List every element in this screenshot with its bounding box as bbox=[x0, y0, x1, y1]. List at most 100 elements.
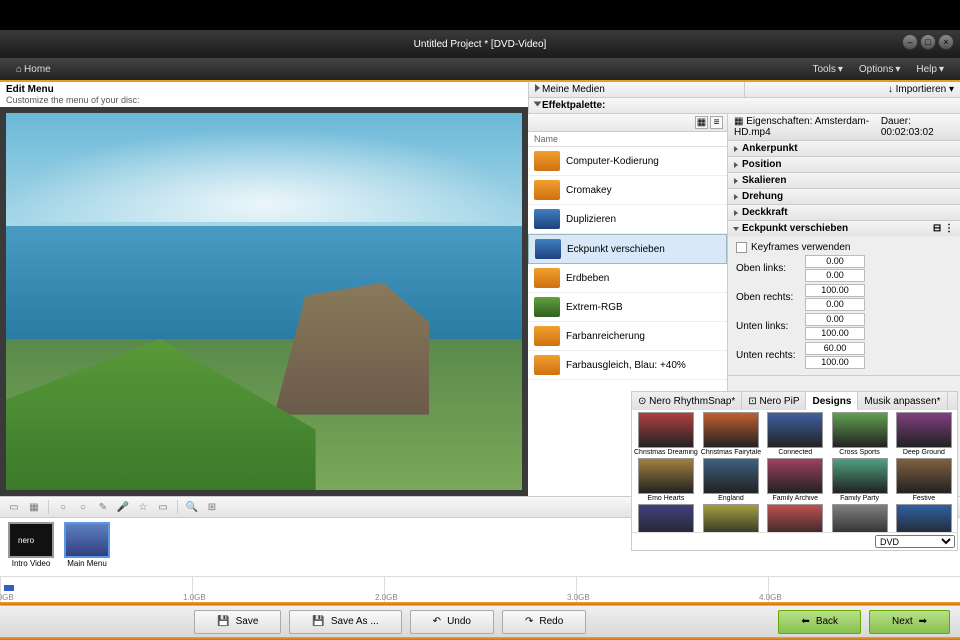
home-button[interactable]: ⌂ Home bbox=[8, 64, 59, 75]
effect-label: Computer-Kodierung bbox=[566, 156, 659, 167]
browser-tab[interactable]: ⊙ Nero RhythmSnap* bbox=[632, 392, 742, 410]
redo-icon: ↷ bbox=[525, 616, 533, 627]
accordion-header[interactable]: Position bbox=[728, 157, 960, 172]
effect-item[interactable]: Computer-Kodierung bbox=[528, 147, 727, 176]
effect-item[interactable]: Extrem-RGB bbox=[528, 293, 727, 322]
import-button[interactable]: ↓ Importieren ▾ bbox=[744, 82, 960, 97]
effect-icon bbox=[535, 239, 561, 259]
effect-item[interactable]: Duplizieren bbox=[528, 205, 727, 234]
corner-x-input[interactable]: 0.00 bbox=[805, 255, 865, 268]
saveas-icon: 💾 bbox=[312, 616, 324, 627]
tool-clip-icon[interactable]: ✎ bbox=[95, 499, 111, 515]
tool-zoom-icon[interactable]: 🔍 bbox=[184, 499, 200, 515]
tool-circle-icon[interactable]: ○ bbox=[55, 499, 71, 515]
template-item[interactable] bbox=[828, 504, 890, 532]
close-button[interactable]: × bbox=[938, 34, 954, 50]
template-item[interactable]: Emo Hearts bbox=[634, 458, 698, 502]
back-button[interactable]: ⬅Back bbox=[778, 610, 861, 634]
clip-item[interactable]: Intro Video bbox=[6, 522, 56, 572]
props-title: ▦ Eigenschaften: Amsterdam-HD.mp4 bbox=[734, 116, 881, 138]
home-icon: ⌂ bbox=[16, 64, 22, 75]
accordion-header[interactable]: Drehung bbox=[728, 189, 960, 204]
browser-tab[interactable]: ⊡ Nero PiP bbox=[742, 392, 806, 410]
template-item[interactable]: Christmas Dreaming bbox=[634, 412, 698, 456]
media-panel-toggle[interactable]: Meine Medien bbox=[528, 82, 744, 97]
help-menu[interactable]: Help▾ bbox=[908, 64, 952, 75]
view-list-icon[interactable]: ≡ bbox=[710, 116, 723, 129]
undo-button[interactable]: ↶Undo bbox=[410, 610, 494, 634]
template-item[interactable]: Deep Ground bbox=[893, 412, 955, 456]
title: Untitled Project * [DVD-Video] bbox=[414, 39, 547, 50]
template-item[interactable]: Cross Sports bbox=[828, 412, 890, 456]
template-item[interactable]: Family Archive bbox=[764, 458, 826, 502]
size-tick: 3.0GB bbox=[567, 593, 590, 602]
size-tick: 4.0GB bbox=[759, 593, 782, 602]
effect-label: Erdbeben bbox=[566, 273, 609, 284]
effect-icon bbox=[534, 355, 560, 375]
options-menu[interactable]: Options▾ bbox=[851, 64, 909, 75]
effect-item[interactable]: Eckpunkt verschieben bbox=[528, 234, 727, 264]
corner-y-input[interactable]: 100.00 bbox=[805, 327, 865, 340]
effects-panel-toggle[interactable]: Effektpalette: bbox=[528, 98, 960, 113]
accordion-header[interactable]: Deckkraft bbox=[728, 205, 960, 220]
corner-label: Oben links: bbox=[736, 263, 801, 274]
undo-icon: ↶ bbox=[433, 616, 441, 627]
clip-item[interactable]: Main Menu bbox=[62, 522, 112, 572]
next-button[interactable]: Next➡ bbox=[869, 610, 950, 634]
tool-circle2-icon[interactable]: ○ bbox=[75, 499, 91, 515]
corner-y-input[interactable]: 0.00 bbox=[805, 269, 865, 282]
effect-icon bbox=[534, 326, 560, 346]
tool-trash-icon[interactable]: ▭ bbox=[6, 499, 22, 515]
size-tick: 2.0GB bbox=[375, 593, 398, 602]
effect-icon bbox=[534, 297, 560, 317]
effect-item[interactable]: Farbausgleich, Blau: +40% bbox=[528, 351, 727, 380]
corner-label: Unten links: bbox=[736, 321, 801, 332]
template-item[interactable]: Fine Arts bbox=[700, 504, 762, 532]
template-item[interactable]: Family Party bbox=[828, 458, 890, 502]
effect-label: Duplizieren bbox=[566, 214, 616, 225]
corner-x-input[interactable]: 100.00 bbox=[805, 284, 865, 297]
format-select[interactable]: DVD bbox=[875, 535, 955, 548]
tool-mic-icon[interactable]: 🎤 bbox=[115, 499, 131, 515]
save-button[interactable]: 💾Save bbox=[194, 610, 281, 634]
maximize-button[interactable]: □ bbox=[920, 34, 936, 50]
browser-tab[interactable]: Musik anpassen* bbox=[858, 392, 947, 410]
template-browser: ⊙ Nero RhythmSnap*⊡ Nero PiPDesignsMusik… bbox=[631, 391, 958, 551]
accordion-header[interactable]: Ankerpunkt bbox=[728, 141, 960, 156]
template-item[interactable]: Flowers bbox=[764, 504, 826, 532]
back-icon: ⬅ bbox=[801, 616, 809, 627]
save-icon: 💾 bbox=[217, 616, 229, 627]
template-item[interactable]: Festive bbox=[893, 458, 955, 502]
accordion-eckpunkt[interactable]: Eckpunkt verschieben⊟ ⋮ bbox=[728, 221, 960, 236]
effect-item[interactable]: Farbanreicherung bbox=[528, 322, 727, 351]
menubar: ⌂ Home Tools▾ Options▾ Help▾ bbox=[0, 58, 960, 82]
tool-guides-icon[interactable]: ▦ bbox=[26, 499, 42, 515]
view-grid-icon[interactable]: ▦ bbox=[695, 116, 708, 129]
template-item[interactable]: Christmas Fairytale bbox=[700, 412, 762, 456]
effect-item[interactable]: Cromakey bbox=[528, 176, 727, 205]
minimize-button[interactable]: – bbox=[902, 34, 918, 50]
tool-settings-icon[interactable]: ⊞ bbox=[204, 499, 220, 515]
corner-y-input[interactable]: 0.00 bbox=[805, 298, 865, 311]
effect-item[interactable]: Erdbeben bbox=[528, 264, 727, 293]
template-item[interactable]: France bbox=[893, 504, 955, 532]
browser-tab[interactable]: Designs bbox=[806, 392, 858, 410]
corner-x-input[interactable]: 60.00 bbox=[805, 342, 865, 355]
titlebar: Untitled Project * [DVD-Video] – □ × bbox=[0, 30, 960, 58]
menu-preview[interactable] bbox=[0, 107, 528, 496]
tools-menu[interactable]: Tools▾ bbox=[805, 64, 851, 75]
accordion-header[interactable]: Skalieren bbox=[728, 173, 960, 188]
template-item[interactable]: England bbox=[700, 458, 762, 502]
size-tick: 0.0GB bbox=[0, 593, 14, 602]
tool-star-icon[interactable]: ☆ bbox=[135, 499, 151, 515]
redo-button[interactable]: ↷Redo bbox=[502, 610, 586, 634]
template-item[interactable]: Connected bbox=[764, 412, 826, 456]
template-item[interactable]: Filmstrips bbox=[634, 504, 698, 532]
effect-icon bbox=[534, 151, 560, 171]
corner-y-input[interactable]: 100.00 bbox=[805, 356, 865, 369]
effect-label: Cromakey bbox=[566, 185, 612, 196]
keyframes-checkbox[interactable] bbox=[736, 242, 747, 253]
tool-box-icon[interactable]: ▭ bbox=[155, 499, 171, 515]
save-as-button[interactable]: 💾Save As ... bbox=[289, 610, 401, 634]
corner-x-input[interactable]: 0.00 bbox=[805, 313, 865, 326]
